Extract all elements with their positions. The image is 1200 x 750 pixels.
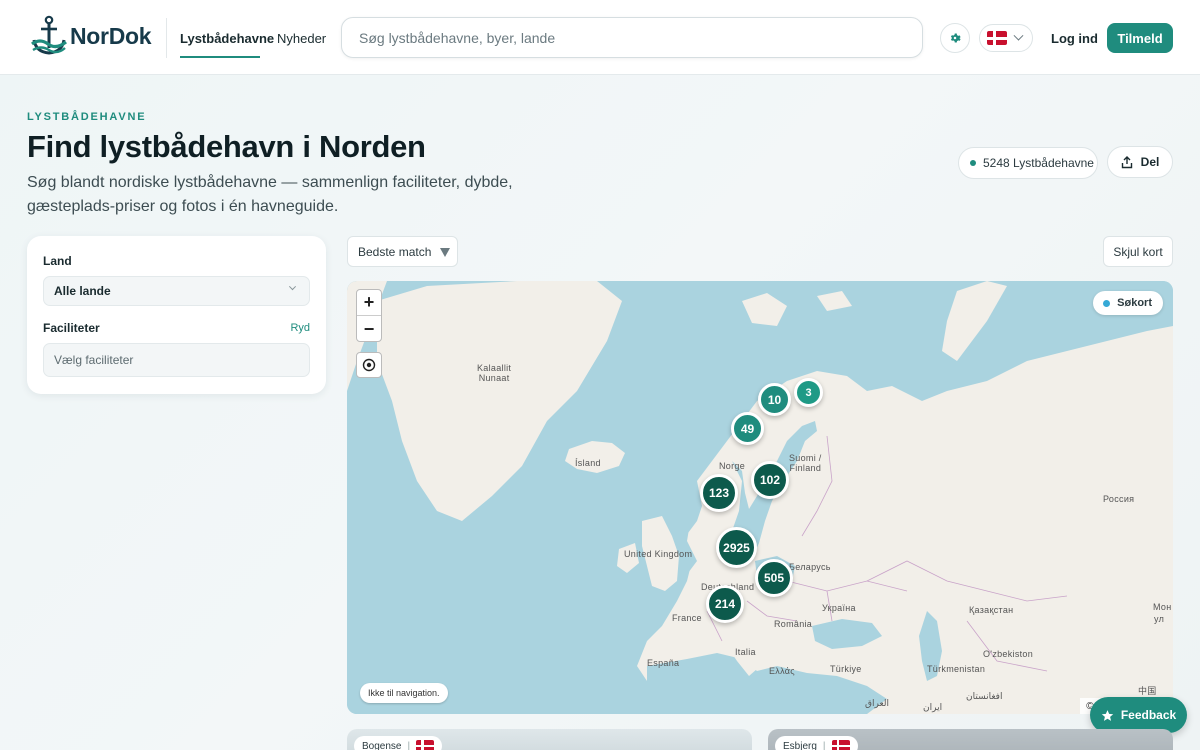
marina-card-chip: Esbjerg |: [775, 736, 858, 750]
marina-card[interactable]: Bogense |: [347, 729, 752, 750]
map-label-russia: Россия: [1103, 494, 1135, 504]
marina-cluster[interactable]: 102: [751, 461, 789, 499]
nordok-logo[interactable]: NorDok: [30, 14, 152, 58]
dropdown-arrow-icon: [440, 248, 450, 257]
marina-cluster[interactable]: 214: [706, 585, 744, 623]
denmark-flag-icon: [416, 740, 435, 750]
filter-panel: Land Alle lande Faciliteter Ryd Vælg fac…: [27, 236, 326, 394]
country-select[interactable]: Alle lande: [43, 276, 310, 306]
share-button[interactable]: Del: [1107, 146, 1173, 178]
map-label-china: 中国: [1138, 686, 1157, 696]
map-basemap: [347, 281, 1173, 714]
country-value: Alle lande: [54, 284, 111, 298]
map-label-spain: España: [647, 658, 680, 668]
marina-cluster[interactable]: 123: [700, 474, 738, 512]
feedback-button[interactable]: Feedback: [1090, 697, 1187, 733]
facilities-select[interactable]: Vælg faciliteter: [43, 343, 310, 377]
zoom-out-button[interactable]: −: [357, 316, 381, 342]
hide-map-button[interactable]: Skjul kort: [1103, 236, 1173, 267]
zoom-in-button[interactable]: +: [357, 290, 381, 316]
feedback-label: Feedback: [1120, 708, 1177, 722]
gear-icon: [950, 33, 961, 43]
denmark-flag-icon: [831, 740, 850, 750]
map-label-uzbekistan: O'zbekiston: [983, 649, 1034, 659]
marina-card-name: Bogense: [362, 740, 402, 750]
marina-cluster[interactable]: 505: [755, 559, 793, 597]
login-link[interactable]: Log ind: [1051, 31, 1098, 46]
search-input[interactable]: [342, 18, 922, 57]
map-label-france: France: [672, 613, 702, 623]
marina-cluster[interactable]: 2925: [716, 527, 757, 568]
sort-select[interactable]: Bedste match: [347, 236, 458, 267]
chevron-down-icon: [288, 283, 297, 291]
map-label-finland: Suomi / Finland: [789, 453, 822, 473]
map-label-mongolia: Мон: [1153, 602, 1172, 612]
map-label-iraq: العراق: [865, 698, 890, 708]
marina-count-badge: 5248 Lystbådehavne: [958, 147, 1098, 179]
settings-button[interactable]: [940, 23, 970, 53]
status-dot: [970, 160, 976, 166]
seachart-toggle[interactable]: Søkort: [1093, 291, 1163, 315]
map-label-iceland: Ísland: [575, 458, 601, 468]
nav-lystbaadehavne[interactable]: Lystbådehavne: [180, 31, 274, 46]
sort-value: Bedste match: [358, 244, 432, 259]
logo-text: NorDok: [70, 22, 152, 49]
zoom-control: + −: [356, 289, 382, 342]
locate-icon: [362, 358, 376, 372]
marina-card-chip: Bogense |: [354, 736, 443, 750]
site-header: NorDok Lystbådehavne Nyheder Log ind Til…: [0, 0, 1200, 75]
language-selector[interactable]: [979, 24, 1033, 52]
map-label-italy: Italia: [735, 647, 756, 657]
map-label-afghanistan: افغانستان: [966, 691, 1003, 701]
facilities-placeholder: Vælg faciliteter: [54, 353, 134, 367]
facilities-label: Faciliteter: [43, 321, 100, 335]
marina-cluster[interactable]: 10: [758, 383, 791, 416]
marina-map[interactable]: Kalaallit Nunaat Ísland Norge Suomi / Finl…: [347, 281, 1173, 714]
marina-cluster[interactable]: 3: [794, 378, 823, 407]
denmark-flag-icon: [987, 31, 1007, 45]
map-label-iran: ایران: [923, 702, 943, 712]
anchor-logo-icon: [31, 15, 67, 55]
country-label: Land: [43, 254, 72, 268]
map-label-greece: Ελλάς: [769, 666, 795, 676]
map-label-turkmenistan: Türkmenistan: [927, 664, 986, 674]
marina-cluster[interactable]: 49: [731, 412, 764, 445]
locate-me-button[interactable]: [356, 352, 382, 378]
map-label-norway: Norge: [719, 461, 746, 471]
search-box: [341, 17, 923, 58]
marina-count-label: 5248 Lystbådehavne: [983, 156, 1094, 170]
marina-card[interactable]: Esbjerg |: [768, 729, 1173, 750]
nav-nyheder[interactable]: Nyheder: [277, 31, 326, 46]
map-label-romania: România: [774, 619, 813, 629]
section-eyebrow: LYSTBÅDEHAVNE: [27, 111, 147, 123]
clear-filters-link[interactable]: Ryd: [290, 322, 310, 334]
chevron-down-icon: [1013, 30, 1024, 41]
marina-card-name: Esbjerg: [783, 740, 817, 750]
map-label-ukraine: Україна: [822, 603, 856, 613]
page-subtitle: Søg blandt nordiske lystbådehavne — samm…: [27, 174, 513, 215]
signup-button[interactable]: Tilmeld: [1107, 23, 1173, 53]
navigation-disclaimer: Ikke til navigation.: [360, 683, 448, 703]
map-label-greenland: Kalaallit Nunaat: [477, 363, 512, 383]
star-icon: [1101, 709, 1113, 721]
map-label-belarus: Беларусь: [789, 562, 831, 572]
nav-active-underline: [180, 56, 260, 58]
seachart-label: Søkort: [1117, 297, 1152, 309]
map-label-kazakhstan: Қазақстан: [969, 605, 1014, 615]
map-label-turkey: Türkiye: [830, 664, 862, 674]
map-label-uigur: ул: [1154, 614, 1165, 624]
seachart-dot: [1103, 299, 1111, 307]
share-label: Del: [1140, 155, 1160, 169]
page-title: Find lystbådehavn i Norden: [27, 129, 426, 164]
share-icon: [1121, 155, 1132, 168]
map-label-uk: United Kingdom: [624, 549, 693, 559]
nav-divider: [166, 18, 167, 58]
